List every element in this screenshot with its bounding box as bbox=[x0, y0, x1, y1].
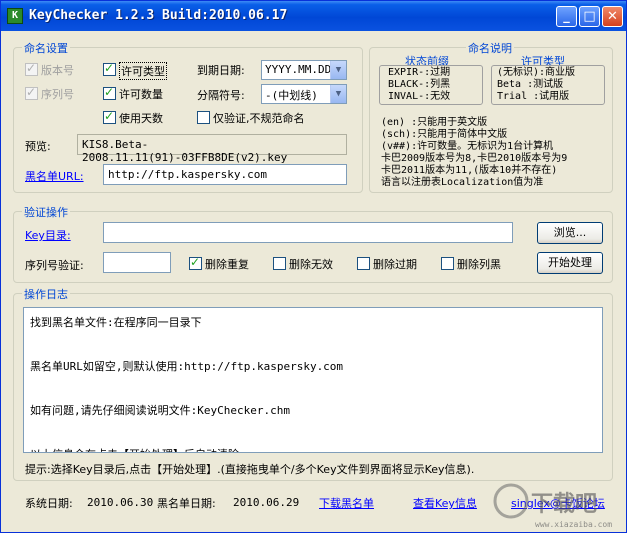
status-prefix-item: BLACK-:列黑 bbox=[388, 79, 451, 90]
view-key-info-link[interactable]: 查看Key信息 bbox=[413, 495, 477, 511]
preview-label: 预览: bbox=[25, 140, 51, 153]
separator-value: -(中划线) bbox=[265, 89, 318, 102]
delete-blacklisted-checkbox[interactable] bbox=[441, 257, 454, 270]
expiry-label: 到期日期: bbox=[197, 64, 245, 77]
blacklist-date-label: 黑名单日期: bbox=[157, 497, 216, 510]
chevron-down-icon: ▼ bbox=[330, 85, 346, 103]
chevron-down-icon: ▼ bbox=[330, 61, 346, 79]
version-checkbox[interactable] bbox=[25, 61, 38, 76]
system-date-label: 系统日期: bbox=[25, 497, 73, 510]
verify-group-title: 验证操作 bbox=[22, 204, 70, 220]
naming-note: 卡巴2011版本为11,(版本10并不存在) bbox=[381, 165, 558, 176]
download-blacklist-link[interactable]: 下载黑名单 bbox=[319, 495, 374, 511]
log-line: 黑名单URL如留空,则默认使用:http://ftp.kaspersky.com bbox=[30, 360, 344, 373]
license-type-item: Trial :试用版 bbox=[497, 91, 570, 102]
serial-verify-input[interactable] bbox=[103, 252, 171, 273]
log-group-title: 操作日志 bbox=[22, 286, 70, 302]
watermark-graphic: 下载吧 www.xiazaiba.com bbox=[493, 483, 612, 529]
separator-label: 分隔符号: bbox=[197, 89, 245, 102]
license-count-checkbox[interactable] bbox=[103, 85, 116, 100]
log-textarea[interactable]: 找到黑名单文件:在程序同一目录下 黑名单URL如留空,则默认使用:http://… bbox=[23, 307, 603, 453]
serial-checkbox[interactable] bbox=[25, 85, 38, 100]
log-line: 找到黑名单文件:在程序同一目录下 bbox=[30, 316, 202, 329]
delete-duplicate-checkbox[interactable] bbox=[189, 255, 202, 270]
blacklist-url-link[interactable]: 黑名单URL: bbox=[25, 168, 84, 184]
verify-only-checkbox[interactable] bbox=[197, 111, 210, 124]
minimize-button[interactable]: _ bbox=[556, 6, 577, 27]
log-line: 如有问题,请先仔细阅读说明文件:KeyChecker.chm bbox=[30, 404, 290, 417]
expiry-format-value: YYYY.MM.DD bbox=[265, 63, 332, 76]
hint-text: 提示:选择Key目录后,点击【开始处理】.(直接拖曳单个/多个Key文件到界面将… bbox=[25, 463, 475, 476]
main-window: K KeyChecker 1.2.3 Build:2010.06.17 _ □ … bbox=[0, 0, 627, 533]
log-line: 以上信息会在点击【开始处理】后自动清除... bbox=[30, 444, 596, 452]
delete-expired-label: 删除过期 bbox=[373, 258, 417, 271]
window-title: KeyChecker 1.2.3 Build:2010.06.17 bbox=[29, 8, 288, 23]
days-checkbox[interactable] bbox=[103, 109, 116, 124]
maximize-button[interactable]: □ bbox=[579, 6, 600, 27]
blacklist-date-value: 2010.06.29 bbox=[233, 496, 300, 509]
status-prefix-item: EXPIR-:过期 bbox=[388, 67, 451, 78]
expiry-format-select[interactable]: YYYY.MM.DD ▼ bbox=[261, 60, 347, 80]
serial-label: 序列号 bbox=[41, 88, 74, 101]
close-button[interactable]: ✕ bbox=[602, 6, 623, 27]
naming-note: (en) :只能用于英文版 bbox=[381, 117, 488, 128]
watermark-logo: 下载吧 www.xiazaiba.com bbox=[485, 481, 625, 531]
naming-note: 卡巴2009版本号为8,卡巴2010版本号为9 bbox=[381, 153, 568, 164]
browse-button[interactable]: 浏览... bbox=[537, 222, 603, 244]
license-type-checkbox[interactable] bbox=[103, 61, 116, 76]
title-bar[interactable]: K KeyChecker 1.2.3 Build:2010.06.17 _ □ … bbox=[1, 1, 626, 31]
naming-help-title: 命名说明 bbox=[466, 40, 514, 56]
watermark-text: 下载吧 bbox=[531, 491, 597, 517]
preview-field: KIS8.Beta-2008.11.11(91)-03FFB8DE(v2).ke… bbox=[77, 134, 347, 164]
delete-invalid-checkbox[interactable] bbox=[273, 257, 286, 270]
start-button[interactable]: 开始处理 bbox=[537, 252, 603, 274]
separator-select[interactable]: -(中划线) ▼ bbox=[261, 84, 347, 104]
delete-expired-checkbox[interactable] bbox=[357, 257, 370, 270]
naming-note: 语言以注册表Localization值为准 bbox=[381, 177, 544, 188]
watermark-url: www.xiazaiba.com bbox=[535, 520, 612, 529]
delete-duplicate-label: 删除重复 bbox=[205, 258, 249, 271]
naming-note: (sch):只能用于简体中文版 bbox=[381, 129, 508, 140]
verify-only-label: 仅验证,不规范命名 bbox=[213, 112, 305, 125]
license-type-list: (无标识):商业版 Beta :测试版 Trial :试用版 bbox=[497, 67, 575, 103]
license-count-label: 许可数量 bbox=[119, 88, 163, 101]
naming-note: (v##):许可数量。无标识为1台计算机 bbox=[381, 141, 554, 152]
version-label: 版本号 bbox=[41, 64, 74, 77]
blacklist-url-input[interactable]: http://ftp.kaspersky.com bbox=[103, 164, 347, 185]
license-type-label: 许可类型 bbox=[119, 62, 167, 80]
delete-blacklisted-label: 删除列黑 bbox=[457, 258, 501, 271]
naming-settings-title: 命名设置 bbox=[22, 40, 70, 56]
license-type-item: (无标识):商业版 bbox=[497, 67, 576, 78]
status-prefix-item: INVAL-:无效 bbox=[388, 91, 451, 102]
serial-verify-label: 序列号验证: bbox=[25, 259, 84, 272]
status-prefix-list: EXPIR-:过期 BLACK-:列黑 INVAL-:无效 bbox=[388, 67, 450, 103]
delete-invalid-label: 删除无效 bbox=[289, 258, 333, 271]
naming-notes: (en) :只能用于英文版 (sch):只能用于简体中文版 (v##):许可数量… bbox=[381, 117, 567, 189]
key-dir-input[interactable] bbox=[103, 222, 513, 243]
key-dir-link[interactable]: Key目录: bbox=[25, 227, 71, 243]
system-date-value: 2010.06.30 bbox=[87, 496, 154, 509]
days-label: 使用天数 bbox=[119, 112, 163, 125]
app-icon: K bbox=[7, 8, 23, 24]
license-type-item: Beta :测试版 bbox=[497, 79, 564, 90]
